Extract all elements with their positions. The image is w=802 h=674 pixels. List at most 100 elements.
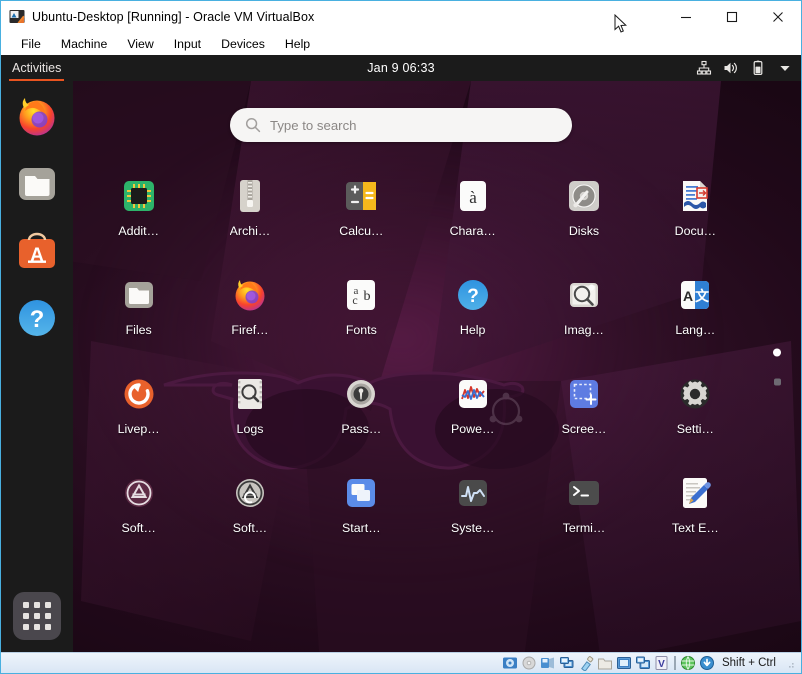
app-icon-screenshot[interactable]: Scree… bbox=[528, 371, 639, 440]
power-statistics-icon bbox=[454, 375, 492, 413]
svg-text:文: 文 bbox=[695, 288, 710, 304]
terminal-icon bbox=[565, 474, 603, 512]
clock[interactable]: Jan 9 06:33 bbox=[367, 61, 435, 75]
app-icon-logs[interactable]: Logs bbox=[194, 371, 305, 440]
recording-icon[interactable] bbox=[635, 655, 651, 671]
app-icon-image-viewer[interactable]: Imag… bbox=[528, 272, 639, 341]
svg-text:V: V bbox=[658, 659, 665, 670]
startup-applications-icon bbox=[342, 474, 380, 512]
chevron-down-icon[interactable] bbox=[777, 60, 793, 76]
app-icon-power-statistics[interactable]: Powe… bbox=[417, 371, 528, 440]
dock-item-files[interactable] bbox=[14, 161, 60, 207]
battery-icon[interactable] bbox=[750, 60, 766, 76]
dock-item-ubuntu-software[interactable]: A bbox=[14, 228, 60, 274]
menu-input[interactable]: Input bbox=[164, 35, 211, 53]
dock-item-help[interactable]: ? bbox=[14, 295, 60, 341]
livepatch-icon bbox=[120, 375, 158, 413]
guest-screen[interactable]: Activities Jan 9 06:33 Type to search Ad… bbox=[1, 55, 801, 652]
search-input[interactable]: Type to search bbox=[230, 108, 572, 142]
app-icon-help[interactable]: ? Help bbox=[417, 272, 528, 341]
hard-disk-icon[interactable] bbox=[502, 655, 518, 671]
app-icon-document-viewer[interactable]: Docu… bbox=[640, 173, 751, 242]
resize-grip[interactable] bbox=[784, 657, 796, 669]
menu-file[interactable]: File bbox=[11, 35, 51, 53]
fonts-icon: a b c bbox=[342, 276, 380, 314]
app-label: Archi… bbox=[229, 224, 271, 238]
optical-disk-icon[interactable] bbox=[521, 655, 537, 671]
menu-devices[interactable]: Devices bbox=[211, 35, 275, 53]
app-icon-software-updater[interactable]: Soft… bbox=[83, 470, 194, 539]
app-label: Syste… bbox=[450, 521, 495, 535]
app-label: Imag… bbox=[564, 323, 604, 337]
page-dot-inactive[interactable] bbox=[773, 378, 781, 385]
display-icon[interactable] bbox=[616, 655, 632, 671]
app-icon-language-selector[interactable]: A 文 Lang… bbox=[640, 272, 751, 341]
app-label: Start… bbox=[342, 521, 381, 535]
app-icon-terminal[interactable]: Termi… bbox=[528, 470, 639, 539]
archive-manager-icon bbox=[231, 177, 269, 215]
folder-icon[interactable] bbox=[597, 655, 613, 671]
app-icon-files[interactable]: Files bbox=[83, 272, 194, 341]
show-applications-button[interactable] bbox=[13, 592, 61, 640]
maximize-button[interactable] bbox=[709, 1, 755, 32]
floppy-icon[interactable] bbox=[540, 655, 556, 671]
app-label: Chara… bbox=[449, 224, 496, 238]
app-icon-additional-drivers[interactable]: Addit… bbox=[83, 173, 194, 242]
search-area: Type to search bbox=[1, 108, 801, 142]
app-icon-archive-manager[interactable]: Archi… bbox=[194, 173, 305, 242]
page-indicator bbox=[773, 348, 781, 385]
software-and-updates-icon bbox=[231, 474, 269, 512]
app-icon-firefox[interactable]: Firef… bbox=[194, 272, 305, 341]
app-label: Disks bbox=[568, 224, 600, 238]
app-label: Files bbox=[125, 323, 152, 337]
app-label: Termi… bbox=[562, 521, 606, 535]
status-separator bbox=[673, 656, 676, 670]
app-icon-fonts[interactable]: a b c Fonts bbox=[306, 272, 417, 341]
app-icon-startup-applications[interactable]: Start… bbox=[306, 470, 417, 539]
menu-view[interactable]: View bbox=[117, 35, 163, 53]
gnome-top-bar: Activities Jan 9 06:33 bbox=[1, 55, 801, 81]
app-label: Soft… bbox=[121, 521, 156, 535]
network-icon[interactable] bbox=[559, 655, 575, 671]
app-icon-passwords-and-keys[interactable]: Pass… bbox=[306, 371, 417, 440]
app-icon-characters[interactable]: à Chara… bbox=[417, 173, 528, 242]
activities-button[interactable]: Activities bbox=[1, 55, 72, 81]
help-icon: ? bbox=[454, 276, 492, 314]
close-button[interactable] bbox=[755, 1, 801, 32]
logs-icon bbox=[231, 375, 269, 413]
network-icon[interactable] bbox=[696, 60, 712, 76]
volume-icon[interactable] bbox=[723, 60, 739, 76]
app-icon-software-and-updates[interactable]: Soft… bbox=[194, 470, 305, 539]
app-icon-settings[interactable]: Setti… bbox=[640, 371, 751, 440]
app-label: Pass… bbox=[341, 422, 382, 436]
menu-machine[interactable]: Machine bbox=[51, 35, 117, 53]
image-viewer-icon bbox=[565, 276, 603, 314]
dock-item-firefox[interactable] bbox=[14, 94, 60, 140]
svg-text:A: A bbox=[683, 288, 693, 304]
text-editor-icon bbox=[676, 474, 714, 512]
search-icon bbox=[245, 117, 261, 133]
mouse-globe-icon[interactable] bbox=[680, 655, 696, 671]
app-label: Soft… bbox=[232, 521, 268, 535]
system-monitor-icon bbox=[454, 474, 492, 512]
app-label: Firef… bbox=[231, 323, 269, 337]
app-icon-disks[interactable]: Disks bbox=[528, 173, 639, 242]
usb-icon[interactable] bbox=[578, 655, 594, 672]
app-icon-text-editor[interactable]: Text E… bbox=[640, 470, 751, 539]
app-icon-calculator[interactable]: Calcu… bbox=[306, 173, 417, 242]
app-label: Addit… bbox=[118, 224, 159, 238]
vt-x-icon[interactable]: V bbox=[654, 655, 670, 671]
app-icon-system-monitor[interactable]: Syste… bbox=[417, 470, 528, 539]
app-icon-livepatch[interactable]: Livep… bbox=[83, 371, 194, 440]
host-key-icon[interactable] bbox=[699, 655, 715, 671]
svg-text:b: b bbox=[364, 289, 371, 304]
window-titlebar[interactable]: Ubuntu-Desktop [Running] - Oracle VM Vir… bbox=[1, 1, 801, 32]
minimize-button[interactable] bbox=[663, 1, 709, 32]
page-dot-active[interactable] bbox=[773, 348, 781, 356]
window-title: Ubuntu-Desktop [Running] - Oracle VM Vir… bbox=[32, 9, 315, 24]
activities-overview[interactable]: Type to search Addit… Archi… Calcu… à Ch… bbox=[1, 81, 801, 652]
calculator-icon bbox=[342, 177, 380, 215]
menu-help[interactable]: Help bbox=[275, 35, 320, 53]
host-key-label: Shift + Ctrl bbox=[721, 657, 776, 669]
app-grid: Addit… Archi… Calcu… à Chara… Disks Docu… bbox=[83, 173, 751, 539]
